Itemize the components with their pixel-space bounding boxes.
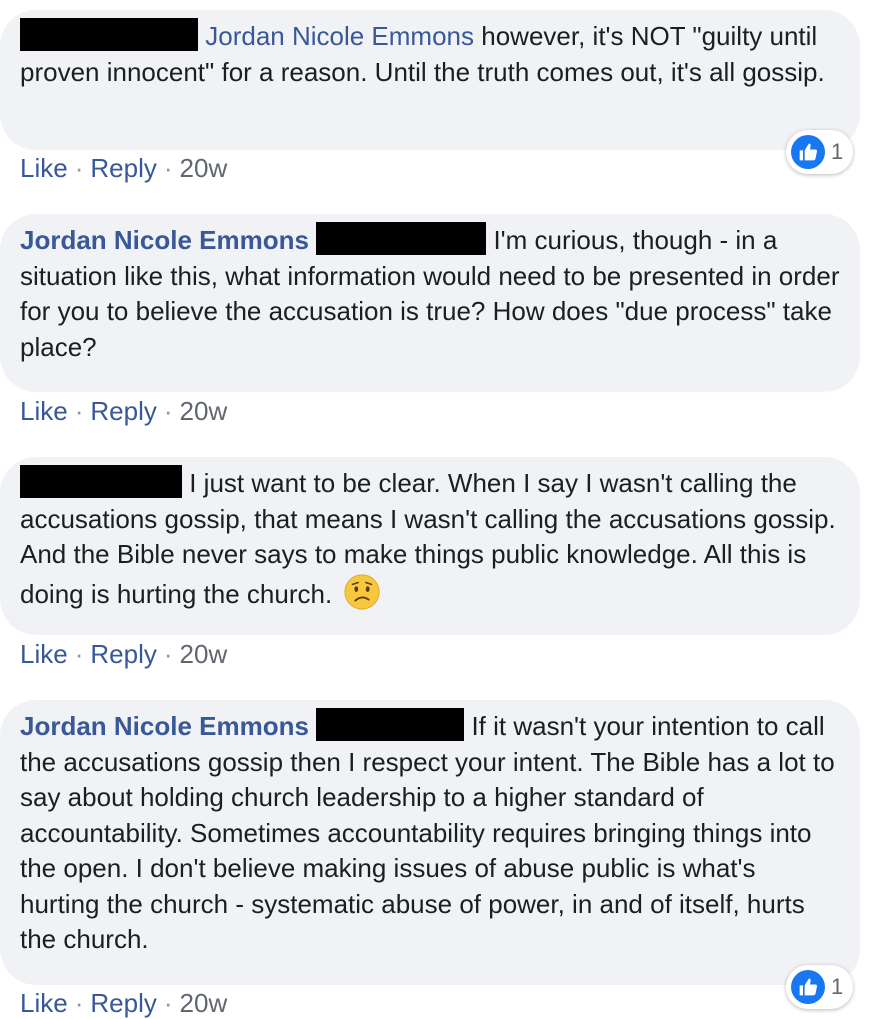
- comment-actions: Like · Reply · 20w: [20, 396, 227, 427]
- reaction-badge[interactable]: 1: [786, 965, 854, 1009]
- comment-bubble: Jordan Nicole Emmons however, it's NOT "…: [0, 10, 860, 150]
- comment-author-mention[interactable]: Jordan Nicole Emmons: [205, 21, 474, 51]
- like-link[interactable]: Like: [20, 396, 68, 426]
- reply-link[interactable]: Reply: [90, 639, 156, 669]
- reply-link[interactable]: Reply: [90, 396, 156, 426]
- separator-dot: ·: [74, 988, 84, 1018]
- reaction-count: 1: [831, 139, 844, 164]
- like-link[interactable]: Like: [20, 153, 68, 183]
- like-link[interactable]: Like: [20, 639, 68, 669]
- comment-timestamp[interactable]: 20w: [180, 396, 228, 426]
- reaction-badge[interactable]: 1: [786, 130, 854, 174]
- comment-timestamp[interactable]: 20w: [180, 153, 228, 183]
- comment-actions: Like · Reply · 20w: [20, 153, 227, 184]
- separator-dot: ·: [163, 396, 173, 426]
- thumbs-up-icon: [791, 135, 825, 169]
- comment-bubble: Jordan Nicole Emmons If it wasn't your i…: [0, 700, 860, 985]
- comment-author[interactable]: Jordan Nicole Emmons: [20, 711, 309, 741]
- separator-dot: ·: [74, 153, 84, 183]
- separator-dot: ·: [163, 153, 173, 183]
- like-link[interactable]: Like: [20, 988, 68, 1018]
- separator-dot: ·: [163, 988, 173, 1018]
- comment-author[interactable]: Jordan Nicole Emmons: [20, 225, 309, 255]
- separator-dot: ·: [74, 639, 84, 669]
- comment-actions: Like · Reply · 20w: [20, 639, 227, 670]
- redacted-name: [316, 708, 465, 741]
- redacted-name: [20, 18, 198, 51]
- reply-link[interactable]: Reply: [90, 153, 156, 183]
- comment-timestamp[interactable]: 20w: [180, 988, 228, 1018]
- redacted-name: [316, 222, 487, 255]
- worried-face-icon: [344, 573, 381, 610]
- redacted-name: [20, 465, 182, 498]
- reply-link[interactable]: Reply: [90, 988, 156, 1018]
- comment-bubble: I just want to be clear. When I say I wa…: [0, 457, 860, 635]
- thumbs-up-icon: [791, 970, 825, 1004]
- reaction-count: 1: [831, 974, 844, 999]
- separator-dot: ·: [163, 639, 173, 669]
- comment-text: If it wasn't your intention to call the …: [20, 711, 835, 954]
- separator-dot: ·: [74, 396, 84, 426]
- comment-timestamp[interactable]: 20w: [180, 639, 228, 669]
- comment-actions: Like · Reply · 20w: [20, 988, 227, 1019]
- comment-bubble: Jordan Nicole Emmons I'm curious, though…: [0, 214, 860, 392]
